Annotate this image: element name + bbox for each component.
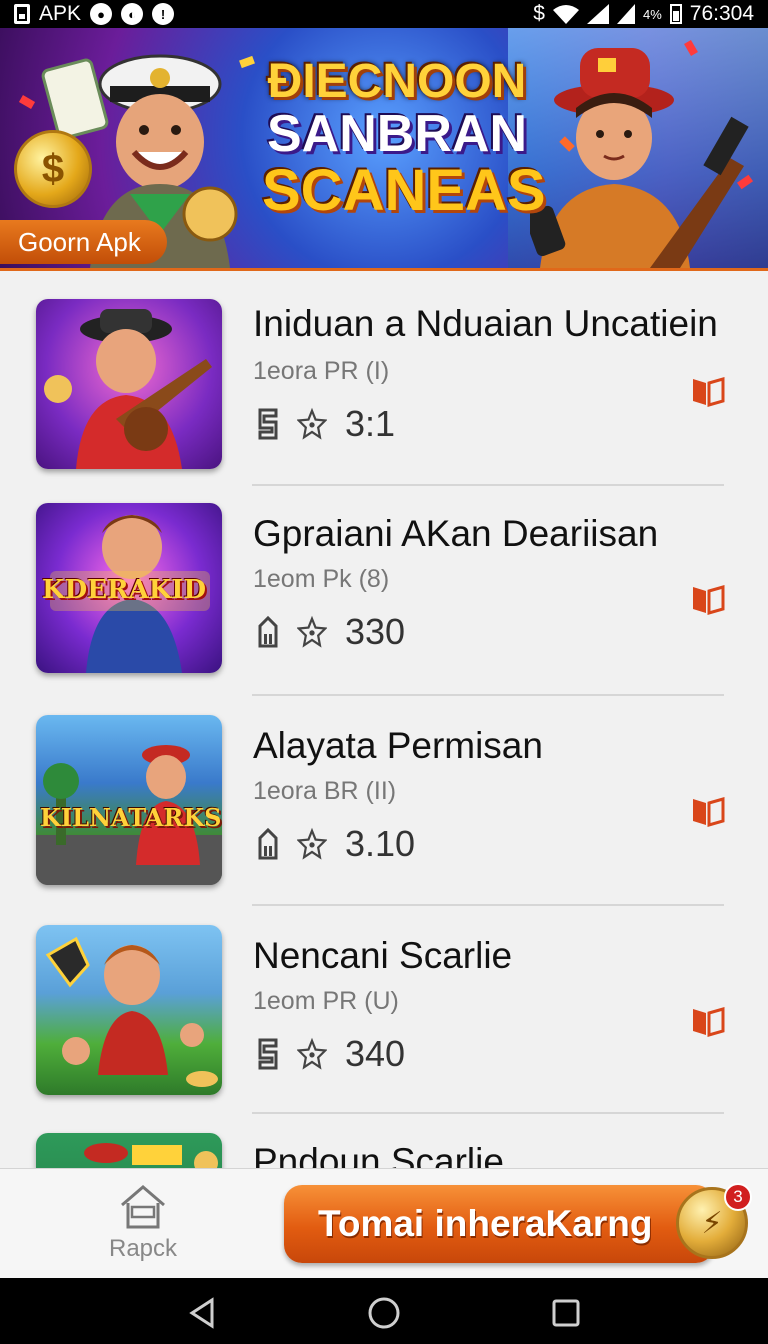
system-nav-bar [0,1278,768,1344]
item-title[interactable]: Iniduan a Nduaian Uncatiein [253,303,718,345]
status-time: 76:304 [689,2,754,25]
item-meta: 340 [253,1033,405,1075]
price-icon [253,1036,283,1072]
apk-file-icon [14,4,30,24]
character-guitarist-illustration [530,48,749,268]
battery-percent: 4% [642,6,662,22]
divider [252,484,724,486]
thumbnail-art [44,309,212,469]
signal-icon [586,4,609,24]
app-thumbnail: KILNATARKS [36,715,222,885]
star-icon [297,1036,327,1072]
banner-title-line2: SANBRAN [267,105,527,163]
divider [252,904,724,906]
data-saver-icon: $ [533,2,545,25]
item-subtitle: 1eom PR (U) [253,987,399,1015]
list-item[interactable]: KILNATARKS Alayata Permisan 1eora BR (II… [0,715,768,915]
item-subtitle: 1eora PR (I) [253,357,390,385]
banner-tag: Goorn Apk [0,220,167,264]
item-meta: 3.10 [253,823,415,865]
list-item[interactable]: Nencani Scarlie 1eom PR (U) 340 [0,925,768,1125]
thumbnail-art [84,1143,218,1168]
alert-icon: ! [152,3,175,25]
thumbnail-art [45,936,218,1087]
notification-badge: 3 [724,1183,752,1211]
app-thumbnail [36,1133,222,1168]
thumbnail-logo-text: KILNATARKS [40,803,222,832]
app-list[interactable]: Iniduan a Nduaian Uncatiein 1eora PR (I)… [0,268,768,1168]
item-rating: 340 [345,1033,406,1074]
app-thumbnail [36,925,222,1095]
dollar-coin-icon: $ [14,130,92,208]
banner-title: ÐIECNOON SANBRAN SCANEAS [262,55,546,223]
recents-icon[interactable] [549,1296,583,1330]
item-title[interactable]: Alayata Permisan [253,725,543,767]
bottom-bar: Rapck Tomai inheraKarng ⚡ 3 [0,1168,768,1278]
price-icon [253,406,283,442]
item-meta: 330 [253,611,405,653]
download-icon [253,826,283,862]
item-rating: 3:1 [345,403,396,444]
star-icon [297,614,327,650]
item-subtitle: 1eora BR (II) [253,777,397,805]
list-item[interactable]: Iniduan a Nduaian Uncatiein 1eora PR (I)… [0,295,768,495]
tab-home[interactable]: Rapck [98,1183,188,1267]
divider [252,694,724,696]
primary-cta-button[interactable]: Tomai inheraKarng [284,1185,714,1263]
bookmark-icon[interactable] [690,795,726,827]
cta-label: Tomai inheraKarng [318,1203,653,1244]
battery-icon [669,4,682,24]
item-title[interactable]: Gpraiani AKan Deariisan [253,513,658,555]
item-meta: 3:1 [253,403,395,445]
bookmark-icon[interactable] [690,583,726,615]
status-right: $ 4% 76:304 [533,2,754,26]
divider [252,1112,724,1114]
star-icon [297,826,327,862]
signal-secondary-icon [616,4,635,24]
status-left: APK ● ◐ ! [14,2,175,26]
back-icon[interactable] [186,1296,220,1330]
tab-home-label: Rapck [108,1235,178,1262]
status-bar: APK ● ◐ ! $ 4% 76:304 [0,0,768,28]
download-icon [253,614,283,650]
bookmark-icon[interactable] [690,375,726,407]
list-item[interactable]: KDERAKID Gpraiani AKan Deariisan 1eom Pk… [0,503,768,703]
item-title[interactable]: Pndoun Scarlie [253,1141,504,1168]
item-title[interactable]: Nencani Scarlie [253,935,512,977]
app-thumbnail [36,299,222,469]
app-thumbnail: KDERAKID [36,503,222,673]
item-rating: 3.10 [345,823,416,864]
status-app-label: APK [39,2,82,25]
bookmark-icon[interactable] [690,1005,726,1037]
item-rating: 330 [345,611,406,652]
home-nav-icon[interactable] [367,1296,401,1330]
item-subtitle: 1eom Pk (8) [253,565,390,593]
messenger-icon: ◐ [121,3,144,25]
notification-icon: ● [90,3,113,25]
thumbnail-logo-text: KDERAKID [42,575,207,605]
home-icon [121,1185,165,1229]
wifi-icon [552,5,579,24]
list-item[interactable]: Pndoun Scarlie [0,1133,768,1168]
thumbnail-art [36,745,222,885]
banner-title-line1: ÐIECNOON [267,55,527,108]
banner-title-line3: SCANEAS [262,158,546,223]
star-icon [297,406,327,442]
promo-banner[interactable]: $ ÐIECNOON SANBRAN SCANEAS Goorn Apk [0,28,768,268]
